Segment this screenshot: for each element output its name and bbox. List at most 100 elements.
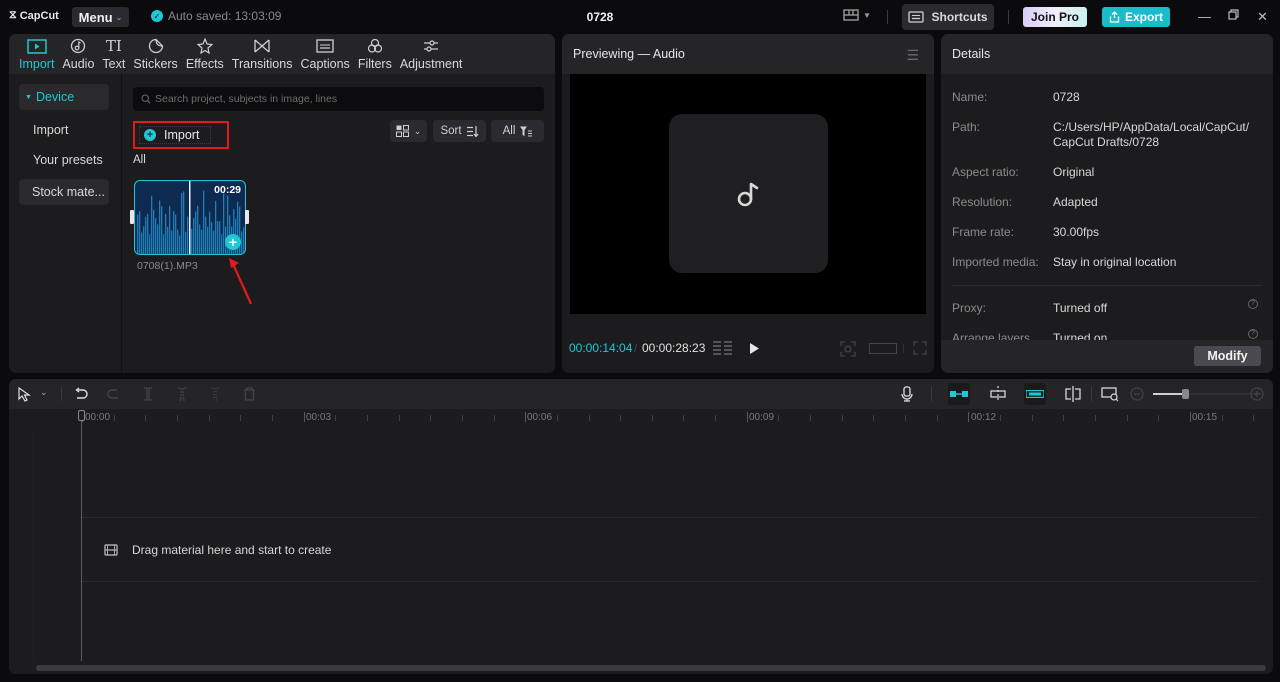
waveform-bar bbox=[139, 211, 141, 254]
tab-stickers[interactable]: Stickers bbox=[129, 34, 181, 74]
detail-value: Adapted bbox=[1053, 195, 1098, 209]
waveform-bar bbox=[137, 214, 139, 254]
zoom-out-icon[interactable] bbox=[1130, 387, 1144, 401]
modify-button[interactable]: Modify bbox=[1194, 346, 1261, 366]
main-track-dropzone[interactable]: Drag material here and start to create bbox=[82, 517, 1258, 582]
app-logo: ⧖ CapCut bbox=[9, 9, 59, 22]
zoom-fit-icon[interactable] bbox=[840, 341, 856, 357]
waveform-bar bbox=[175, 214, 177, 254]
preview-canvas[interactable] bbox=[570, 74, 926, 314]
menu-button[interactable]: Menu ⌄ bbox=[72, 7, 129, 27]
filter-label: All bbox=[502, 125, 516, 137]
fullscreen-icon[interactable] bbox=[913, 341, 927, 355]
preview-axis-icon[interactable] bbox=[1064, 386, 1082, 402]
tab-label: Import bbox=[19, 57, 55, 71]
shortcuts-button[interactable]: Shortcuts bbox=[902, 4, 994, 30]
tab-text[interactable]: TI Text bbox=[98, 34, 129, 74]
details-panel: Details Name: 0728 Path: C:/Users/HP/App… bbox=[941, 34, 1273, 373]
zoom-in-icon[interactable] bbox=[1250, 387, 1264, 401]
waveform-bar bbox=[171, 230, 173, 254]
ruler-tick bbox=[1031, 415, 1033, 421]
join-pro-button[interactable]: Join Pro bbox=[1023, 7, 1087, 27]
redo-icon[interactable] bbox=[107, 387, 121, 401]
close-icon[interactable]: ✕ bbox=[1257, 9, 1268, 25]
import-button[interactable]: + Import bbox=[139, 126, 211, 144]
export-button[interactable]: Export bbox=[1102, 7, 1170, 27]
ruler-tick bbox=[398, 415, 400, 421]
detail-label: Path: bbox=[952, 120, 981, 134]
layout-button[interactable]: ▼ bbox=[843, 9, 871, 21]
timecode-separator: / bbox=[634, 341, 638, 355]
waveform-bar bbox=[181, 192, 183, 254]
tab-label: Filters bbox=[357, 57, 392, 71]
tab-captions[interactable]: Captions bbox=[296, 34, 353, 74]
minimize-icon[interactable]: — bbox=[1198, 9, 1211, 24]
sidebar-item-label: Your presets bbox=[33, 153, 103, 167]
sidebar-item-your-presets[interactable]: Your presets bbox=[19, 147, 109, 173]
tab-filters[interactable]: Filters bbox=[354, 34, 396, 74]
sidebar-item-device[interactable]: ▼ Device bbox=[19, 84, 109, 110]
timeline-scrollbar[interactable] bbox=[36, 665, 1266, 671]
detail-label: Frame rate: bbox=[952, 225, 1015, 239]
microphone-icon[interactable] bbox=[900, 386, 914, 402]
timeline-zoom-fit-icon[interactable] bbox=[1101, 386, 1119, 402]
playhead-handle[interactable] bbox=[78, 410, 85, 421]
red-arrow-annotation bbox=[229, 258, 253, 305]
ruler-tick bbox=[936, 415, 938, 421]
title-bar: ⧖ CapCut Menu ⌄ ✓ Auto saved: 13:03:09 0… bbox=[0, 0, 1280, 34]
tab-adjustment[interactable]: Adjustment bbox=[396, 34, 467, 74]
sidebar-item-stock-material[interactable]: Stock mate... bbox=[19, 179, 109, 205]
media-item-name: 0708(1).MP3 bbox=[137, 260, 198, 272]
sidebar-item-import[interactable]: Import bbox=[19, 117, 109, 143]
aspect-ratio-button[interactable] bbox=[869, 343, 897, 354]
split-right-icon[interactable] bbox=[209, 387, 221, 401]
search-placeholder: Search project, subjects in image, lines bbox=[155, 93, 338, 105]
split-icon[interactable] bbox=[142, 387, 154, 401]
tab-label: Stickers bbox=[133, 57, 178, 71]
waveform-bar bbox=[219, 221, 221, 254]
delete-icon[interactable] bbox=[243, 387, 256, 401]
tab-transitions[interactable]: Transitions bbox=[228, 34, 297, 74]
ruler-tick bbox=[1221, 415, 1223, 421]
divider bbox=[1008, 10, 1009, 24]
add-to-timeline-icon[interactable]: + bbox=[225, 234, 241, 250]
transitions-icon bbox=[254, 37, 270, 55]
tab-audio[interactable]: Audio bbox=[58, 34, 98, 74]
linkage-toggle[interactable] bbox=[1024, 383, 1046, 405]
help-icon[interactable]: ? bbox=[1248, 329, 1258, 339]
search-icon bbox=[141, 94, 151, 104]
detail-label: Resolution: bbox=[952, 195, 1013, 209]
tab-import[interactable]: Import bbox=[15, 34, 58, 74]
help-icon[interactable]: ? bbox=[1248, 299, 1258, 309]
restore-icon[interactable] bbox=[1228, 8, 1239, 23]
audio-meter-icon[interactable] bbox=[713, 341, 733, 356]
search-input[interactable]: Search project, subjects in image, lines bbox=[133, 87, 544, 111]
zoom-slider-knob[interactable] bbox=[1182, 389, 1190, 399]
audio-placeholder-card bbox=[669, 114, 828, 273]
select-cursor-icon[interactable] bbox=[18, 387, 31, 402]
waveform-bar bbox=[243, 227, 245, 254]
ruler-tick bbox=[905, 415, 907, 421]
view-mode-button[interactable]: ⌄ bbox=[390, 120, 427, 142]
hamburger-menu-icon[interactable]: ☰ bbox=[906, 47, 919, 64]
main-track-magnet-toggle[interactable] bbox=[948, 383, 970, 405]
media-item[interactable]: 00:29 + bbox=[134, 180, 246, 255]
tab-effects[interactable]: Effects bbox=[182, 34, 228, 74]
split-left-icon[interactable] bbox=[176, 387, 188, 401]
play-icon[interactable] bbox=[749, 342, 760, 355]
auto-snap-icon[interactable] bbox=[989, 386, 1007, 402]
import-label: Import bbox=[164, 128, 200, 142]
waveform-bar bbox=[197, 205, 199, 254]
waveform-bar bbox=[161, 206, 163, 254]
sort-button[interactable]: Sort bbox=[433, 120, 486, 142]
chevron-down-icon[interactable]: ⌄ bbox=[40, 387, 48, 398]
waveform-bar bbox=[215, 200, 217, 254]
autosave-status: ✓ Auto saved: 13:03:09 bbox=[151, 9, 281, 23]
filter-button[interactable]: All bbox=[491, 120, 544, 142]
tab-label: Captions bbox=[300, 57, 350, 71]
undo-icon[interactable] bbox=[74, 387, 88, 401]
timeline-zoom-slider[interactable] bbox=[1153, 389, 1261, 399]
ruler-tick bbox=[208, 415, 210, 421]
waveform-bar bbox=[143, 226, 145, 254]
timeline-ruler[interactable]: 00:00 00:03 00:06 00:09 00:12 00:15 bbox=[9, 409, 1273, 429]
